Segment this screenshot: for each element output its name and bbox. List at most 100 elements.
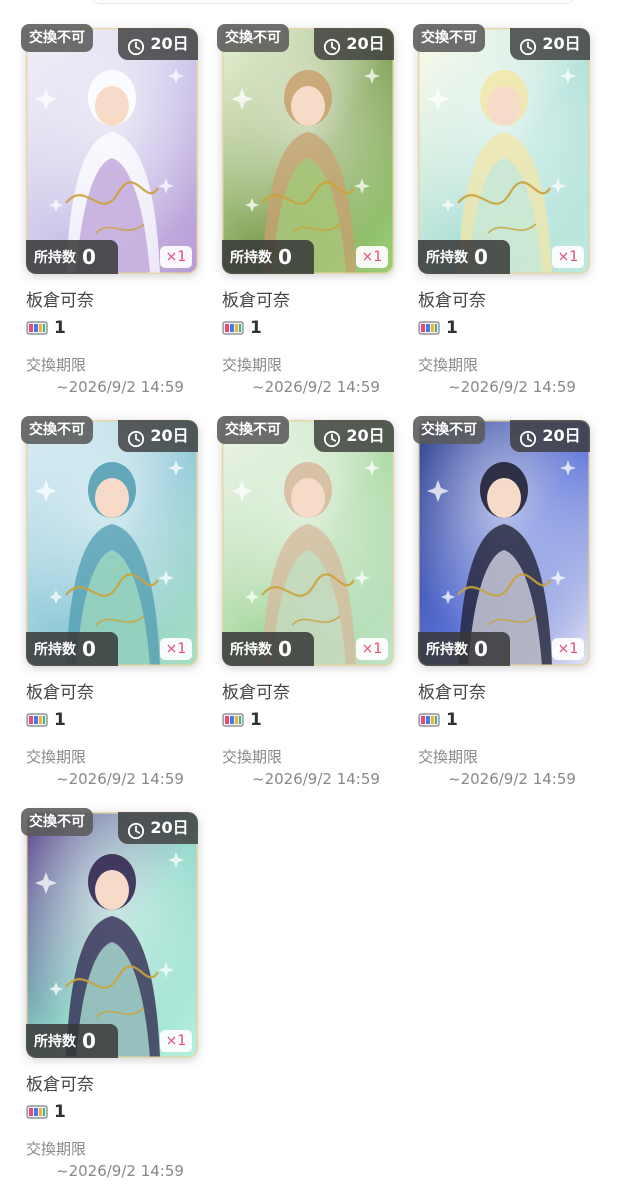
not-exchangeable-badge: 交換不可 [413, 24, 485, 52]
deadline-label: 交換期限 [418, 356, 479, 374]
card-thumbnail[interactable]: 20日 所持数 0 ×1 [222, 420, 394, 666]
not-exchangeable-badge: 交換不可 [217, 416, 289, 444]
ticket-icon [222, 320, 244, 336]
ticket-cost: 1 [26, 1102, 66, 1122]
owned-count: 0 [278, 637, 292, 661]
ticket-cost: 1 [418, 710, 458, 730]
owned-count-badge: 所持数 0 [418, 632, 510, 666]
multiplier-badge: ×1 [552, 246, 584, 268]
deadline-label: 交換期限 [26, 356, 87, 374]
deadline-date: ~2026/9/2 14:59 [56, 1162, 184, 1180]
card-thumbnail[interactable]: 20日 所持数 0 ×1 [26, 812, 198, 1058]
multiplier-badge: ×1 [356, 638, 388, 660]
clock-icon [519, 427, 537, 448]
owned-count-badge: 所持数 0 [222, 632, 314, 666]
days-remaining-badge: 20日 [510, 420, 590, 452]
owned-label: 所持数 [230, 642, 272, 658]
owned-count: 0 [82, 1029, 96, 1053]
days-remaining-badge: 20日 [314, 28, 394, 60]
multiplier-badge: ×1 [356, 246, 388, 268]
owned-label: 所持数 [426, 642, 468, 658]
clock-icon [127, 35, 145, 56]
not-exchangeable-badge: 交換不可 [21, 24, 93, 52]
card-photo [418, 420, 590, 666]
deadline-label: 交換期限 [222, 748, 283, 766]
days-remaining-badge: 20日 [118, 28, 198, 60]
deadline-label: 交換期限 [222, 356, 283, 374]
card-item[interactable]: 20日 所持数 0 ×1 交換不可 板倉可奈 1 交換期限 ~2026/9/2 … [21, 808, 211, 1192]
deadline-label: 交換期限 [418, 748, 479, 766]
deadline-date: ~2026/9/2 14:59 [56, 770, 184, 788]
ticket-cost: 1 [26, 318, 66, 338]
multiplier-badge: ×1 [160, 638, 192, 660]
ticket-icon [26, 712, 48, 728]
clock-icon [323, 427, 341, 448]
multiplier-badge: ×1 [160, 1030, 192, 1052]
member-name: 板倉可奈 [26, 291, 94, 311]
owned-label: 所持数 [34, 642, 76, 658]
ticket-count: 1 [250, 318, 262, 338]
ticket-icon [222, 712, 244, 728]
owned-count-badge: 所持数 0 [26, 632, 118, 666]
not-exchangeable-badge: 交換不可 [217, 24, 289, 52]
card-item[interactable]: 20日 所持数 0 ×1 交換不可 板倉可奈 1 交換期限 ~2026/9/2 … [413, 24, 603, 408]
owned-label: 所持数 [34, 1034, 76, 1050]
days-remaining-text: 20日 [150, 34, 189, 53]
member-name: 板倉可奈 [26, 1075, 94, 1095]
member-name: 板倉可奈 [222, 291, 290, 311]
card-photo [26, 28, 198, 274]
card-thumbnail[interactable]: 20日 所持数 0 ×1 [418, 420, 590, 666]
clock-icon [127, 427, 145, 448]
member-name: 板倉可奈 [26, 683, 94, 703]
owned-count-badge: 所持数 0 [418, 240, 510, 274]
ticket-count: 1 [250, 710, 262, 730]
owned-count-badge: 所持数 0 [222, 240, 314, 274]
owned-label: 所持数 [426, 250, 468, 266]
days-remaining-text: 20日 [150, 426, 189, 445]
owned-count: 0 [278, 245, 292, 269]
owned-count-badge: 所持数 0 [26, 1024, 118, 1058]
member-name: 板倉可奈 [222, 683, 290, 703]
card-item[interactable]: 20日 所持数 0 ×1 交換不可 板倉可奈 1 交換期限 ~2026/9/2 … [21, 24, 211, 408]
owned-count-badge: 所持数 0 [26, 240, 118, 274]
card-item[interactable]: 20日 所持数 0 ×1 交換不可 板倉可奈 1 交換期限 ~2026/9/2 … [21, 416, 211, 800]
days-remaining-text: 20日 [150, 818, 189, 837]
ticket-count: 1 [446, 318, 458, 338]
deadline-date: ~2026/9/2 14:59 [448, 770, 576, 788]
card-thumbnail[interactable]: 20日 所持数 0 ×1 [26, 28, 198, 274]
ticket-count: 1 [446, 710, 458, 730]
deadline-date: ~2026/9/2 14:59 [56, 378, 184, 396]
card-photo [222, 420, 394, 666]
card-item[interactable]: 20日 所持数 0 ×1 交換不可 板倉可奈 1 交換期限 ~2026/9/2 … [217, 24, 407, 408]
ticket-cost: 1 [222, 710, 262, 730]
days-remaining-text: 20日 [346, 34, 385, 53]
ticket-cost: 1 [222, 318, 262, 338]
card-grid: 20日 所持数 0 ×1 交換不可 板倉可奈 1 交換期限 ~2026/9/2 … [0, 0, 617, 1200]
deadline-date: ~2026/9/2 14:59 [252, 770, 380, 788]
card-thumbnail[interactable]: 20日 所持数 0 ×1 [418, 28, 590, 274]
owned-count: 0 [82, 245, 96, 269]
clock-icon [323, 35, 341, 56]
days-remaining-text: 20日 [346, 426, 385, 445]
card-photo [418, 28, 590, 274]
ticket-cost: 1 [418, 318, 458, 338]
days-remaining-text: 20日 [542, 34, 581, 53]
owned-count: 0 [82, 637, 96, 661]
card-item[interactable]: 20日 所持数 0 ×1 交換不可 板倉可奈 1 交換期限 ~2026/9/2 … [217, 416, 407, 800]
clock-icon [127, 819, 145, 840]
multiplier-badge: ×1 [552, 638, 584, 660]
ticket-icon [26, 1104, 48, 1120]
deadline-date: ~2026/9/2 14:59 [252, 378, 380, 396]
deadline-label: 交換期限 [26, 748, 87, 766]
ticket-count: 1 [54, 318, 66, 338]
deadline-date: ~2026/9/2 14:59 [448, 378, 576, 396]
card-thumbnail[interactable]: 20日 所持数 0 ×1 [222, 28, 394, 274]
card-photo [26, 420, 198, 666]
ticket-count: 1 [54, 710, 66, 730]
owned-count: 0 [474, 637, 488, 661]
days-remaining-badge: 20日 [314, 420, 394, 452]
days-remaining-text: 20日 [542, 426, 581, 445]
card-item[interactable]: 20日 所持数 0 ×1 交換不可 板倉可奈 1 交換期限 ~2026/9/2 … [413, 416, 603, 800]
multiplier-badge: ×1 [160, 246, 192, 268]
card-thumbnail[interactable]: 20日 所持数 0 ×1 [26, 420, 198, 666]
